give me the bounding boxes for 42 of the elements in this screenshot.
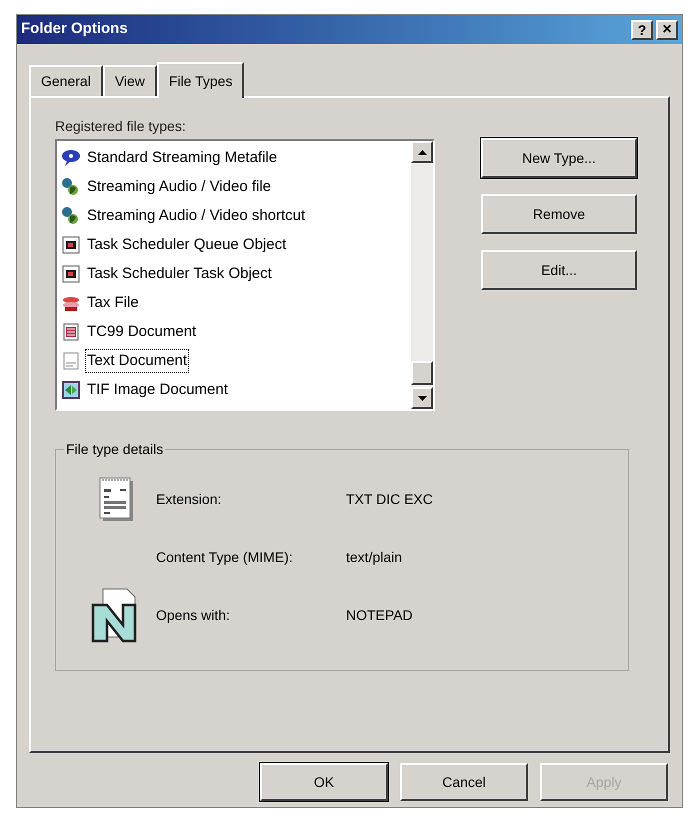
detail-value: TXT DIC EXC (346, 490, 433, 508)
list-item[interactable]: Standard Streaming Metafile (85, 146, 280, 170)
document-icon (99, 477, 133, 521)
detail-label: Content Type (MIME): (156, 548, 294, 567)
down-arrow-icon (418, 396, 426, 400)
close-button[interactable]: × (656, 20, 678, 40)
detail-label: Opens with: (156, 606, 231, 625)
detail-value: text/plain (346, 548, 402, 567)
list-item[interactable]: TC99 Document (85, 320, 198, 344)
tab[interactable]: View (102, 65, 157, 96)
scrollbar[interactable] (411, 141, 433, 409)
dialog-button[interactable]: Cancel (400, 763, 528, 801)
globe-figure-icon (61, 176, 81, 196)
window-title: Folder Options (21, 19, 129, 40)
scroll-up-button[interactable] (411, 141, 433, 163)
document-icon (61, 322, 81, 342)
scroll-down-button[interactable] (411, 387, 433, 409)
tab[interactable]: File Types (156, 62, 244, 98)
list-item[interactable]: Tax File (85, 290, 141, 314)
list-item[interactable]: TIF Image Document (85, 378, 230, 402)
document-window-icon (61, 234, 81, 254)
up-arrow-icon (418, 150, 426, 154)
dialog-button[interactable]: OK (260, 763, 388, 801)
action-button[interactable]: Edit... (481, 250, 637, 290)
list-label: Registered file types: (55, 117, 187, 136)
list-item[interactable]: Text Document (85, 348, 190, 372)
help-button[interactable]: ? (631, 20, 653, 40)
list-item[interactable]: Task Scheduler Queue Object (85, 232, 288, 256)
scroll-thumb[interactable] (411, 361, 433, 385)
list-item[interactable]: Streaming Audio / Video file (85, 174, 274, 198)
detail-label: Extension: (156, 490, 222, 508)
speech-balloon-icon (61, 148, 81, 168)
action-button[interactable]: Remove (481, 194, 637, 234)
image-document-icon (61, 380, 81, 400)
list-item[interactable]: Streaming Audio / Video shortcut (85, 204, 308, 228)
globe-figure-icon (61, 206, 81, 226)
list-item[interactable]: Task Scheduler Task Object (85, 262, 274, 286)
document-window-icon (61, 264, 81, 284)
detail-value: NOTEPAD (346, 606, 413, 624)
text-document-icon (61, 350, 81, 370)
action-button[interactable]: New Type... (481, 138, 637, 178)
tab[interactable]: General (29, 65, 103, 96)
